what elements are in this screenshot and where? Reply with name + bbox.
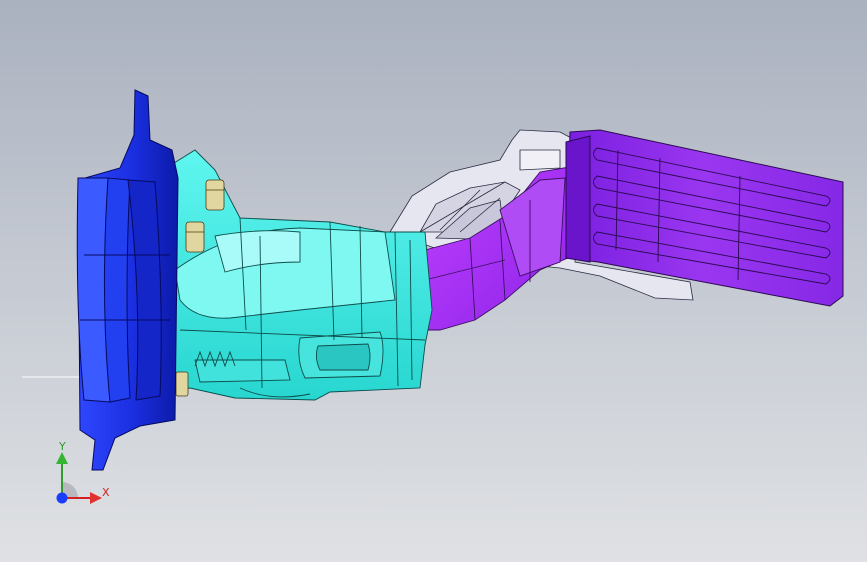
pedal-pad (565, 129, 844, 307)
z-axis-dot-icon (56, 492, 68, 504)
graphics-viewport[interactable]: Y X (0, 0, 867, 562)
mounting-flange (76, 89, 179, 471)
model-view[interactable] (0, 0, 867, 562)
y-axis-label: Y (59, 440, 66, 453)
x-axis-label: X (102, 486, 110, 499)
coordinate-triad: Y X (40, 432, 130, 512)
